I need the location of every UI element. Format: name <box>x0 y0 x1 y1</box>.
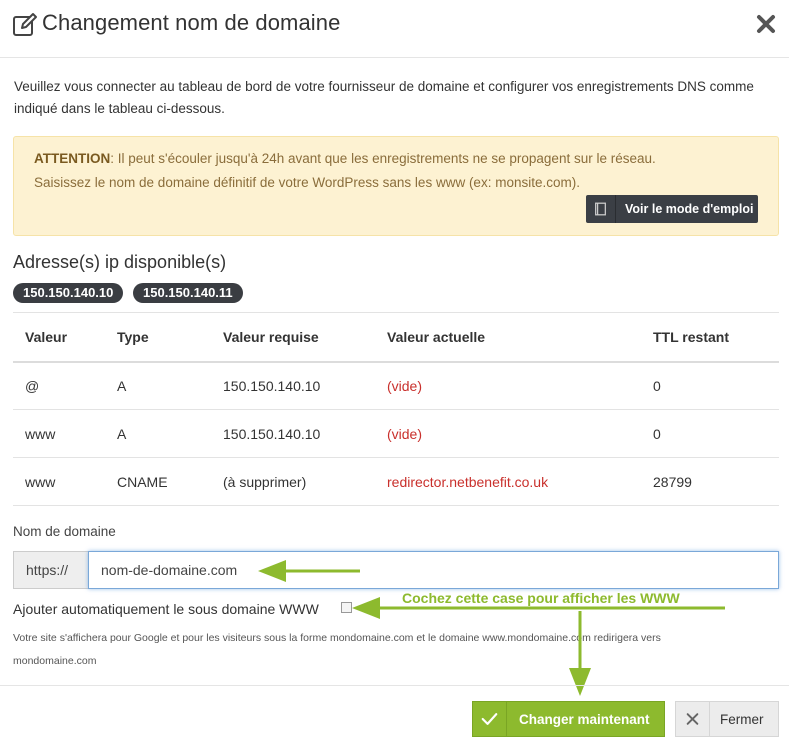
dialog-header: Changement nom de domaine <box>0 0 789 58</box>
domain-hint: Votre site s'affichera pour Google et po… <box>13 627 773 673</box>
ip-badge: 150.150.140.10 <box>13 283 124 303</box>
cell-type: A <box>105 361 211 410</box>
view-guide-label: Voir le mode d'emploi <box>625 202 754 216</box>
domain-name-label: Nom de domaine <box>13 524 116 539</box>
table-header-row: Valeur Type Valeur requise Valeur actuel… <box>13 312 779 363</box>
alert-line-1-text: : Il peut s'écouler jusqu'à 24h avant qu… <box>110 151 656 166</box>
cell-valeur-actuelle: (vide) <box>375 361 641 410</box>
cell-valeur: www <box>13 409 105 458</box>
alert-line-1: ATTENTION: Il peut s'écouler jusqu'à 24h… <box>34 151 656 166</box>
alert-line-2: Saisissez le nom de domaine définitif de… <box>34 175 580 190</box>
edit-icon <box>13 13 37 36</box>
view-guide-button[interactable]: Voir le mode d'emploi <box>586 195 758 223</box>
cell-ttl: 28799 <box>641 457 779 506</box>
cell-ttl: 0 <box>641 409 779 458</box>
cell-valeur-requise: 150.150.140.10 <box>211 361 375 410</box>
column-header-type: Type <box>105 312 211 363</box>
check-icon <box>481 702 507 736</box>
column-header-valeur-requise: Valeur requise <box>211 312 375 363</box>
domain-name-input[interactable] <box>88 551 779 589</box>
cell-valeur-requise: (à supprimer) <box>211 457 375 506</box>
www-checkbox[interactable] <box>341 602 352 613</box>
dialog-footer <box>0 685 789 749</box>
close-icon[interactable] <box>754 12 778 36</box>
domain-change-dialog: Changement nom de domaine Veuillez vous … <box>0 0 789 749</box>
close-button[interactable]: Fermer <box>675 701 779 737</box>
table-row: www CNAME (à supprimer) redirector.netbe… <box>13 457 779 506</box>
warning-alert: ATTENTION: Il peut s'écouler jusqu'à 24h… <box>13 136 779 236</box>
table-row: @ A 150.150.140.10 (vide) 0 <box>13 361 779 410</box>
www-checkbox-label: Ajouter automatiquement le sous domaine … <box>13 601 319 617</box>
change-now-button[interactable]: Changer maintenant <box>472 701 665 737</box>
change-now-label: Changer maintenant <box>519 712 650 727</box>
ip-badge: 150.150.140.11 <box>133 283 243 303</box>
close-label: Fermer <box>720 712 764 727</box>
cell-valeur-actuelle: (vide) <box>375 409 641 458</box>
cell-valeur-requise: 150.150.140.10 <box>211 409 375 458</box>
annotation-callout: Cochez cette case pour afficher les WWW <box>402 590 680 606</box>
alert-label: ATTENTION <box>34 151 111 166</box>
cell-valeur: www <box>13 457 105 506</box>
column-header-valeur-actuelle: Valeur actuelle <box>375 312 641 363</box>
column-header-valeur: Valeur <box>13 312 105 363</box>
book-icon <box>595 195 616 223</box>
close-icon <box>686 702 710 736</box>
cell-type: CNAME <box>105 457 211 506</box>
cell-type: A <box>105 409 211 458</box>
intro-text: Veuillez vous connecter au tableau de bo… <box>14 79 754 116</box>
cell-valeur-actuelle: redirector.netbenefit.co.uk <box>375 457 641 506</box>
cell-ttl: 0 <box>641 361 779 410</box>
dns-records-table: Valeur Type Valeur requise Valeur actuel… <box>13 312 779 506</box>
url-prefix-addon: https:// <box>13 551 88 589</box>
dialog-title: Changement nom de domaine <box>42 10 341 35</box>
ip-section-title: Adresse(s) ip disponible(s) <box>13 252 227 272</box>
column-header-ttl: TTL restant <box>641 312 779 363</box>
cell-valeur: @ <box>13 361 105 410</box>
table-row: www A 150.150.140.10 (vide) 0 <box>13 409 779 458</box>
domain-hint-line-1: Votre site s'affichera pour Google et po… <box>13 632 661 644</box>
domain-hint-line-2: mondomaine.com <box>13 655 97 667</box>
